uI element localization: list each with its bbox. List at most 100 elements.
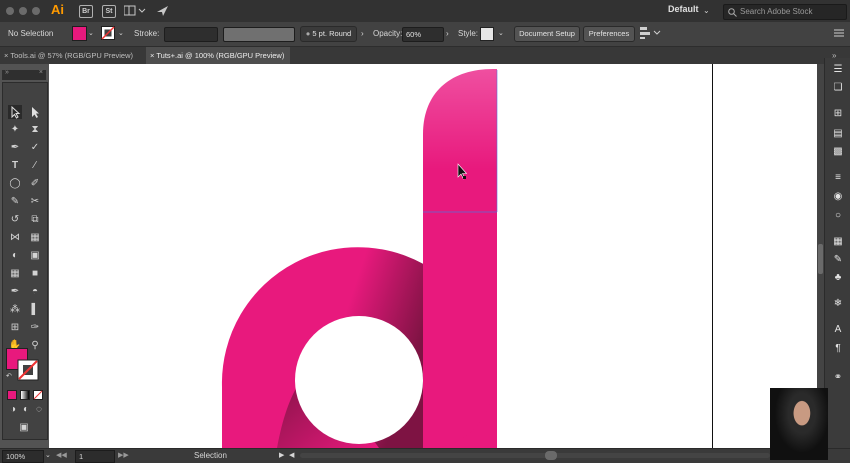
arrange-icon[interactable] [640, 27, 662, 41]
stroke-color-swatch[interactable] [17, 359, 39, 383]
status-bar: 100% ⌄ ◀◀ 1 ▶▶ Selection ▶ ◀ [0, 448, 850, 463]
scrollbar-thumb[interactable] [818, 244, 823, 274]
tab-tuts-ai[interactable]: × Tuts+.ai @ 100% (RGB/GPU Preview) [146, 47, 290, 64]
line-segment-tool-icon[interactable]: ∕ [28, 159, 42, 173]
panel-menu-icon[interactable] [834, 28, 844, 40]
rotate-tool-icon[interactable]: ↺ [8, 213, 22, 227]
scrollbar-thumb[interactable] [545, 451, 557, 460]
perspective-grid-tool-icon[interactable]: ▣ [28, 249, 42, 263]
pencil-tool-icon[interactable]: ✎ [8, 195, 22, 209]
opacity-input[interactable]: 60% [402, 27, 444, 42]
paintbrush-tool-icon[interactable]: ✐ [28, 177, 42, 191]
zoom-chevron-icon[interactable]: ⌄ [45, 451, 51, 459]
properties-icon[interactable]: ≡ [832, 172, 844, 184]
free-transform-tool-icon[interactable]: ▦ [28, 231, 42, 245]
tab-tools-ai[interactable]: × Tools.ai @ 57% (RGB/GPU Preview) [0, 47, 144, 64]
artboard-tool-icon[interactable]: ⊞ [8, 321, 22, 335]
zoom-level-field[interactable]: 100% [2, 450, 44, 463]
letter-top-cap [423, 69, 497, 212]
draw-inside-icon[interactable]: ◌ [32, 403, 46, 417]
document-setup-button[interactable]: Document Setup [514, 26, 580, 42]
appearance-icon[interactable]: ◉ [832, 191, 844, 203]
draw-behind-icon[interactable]: ◐ [19, 403, 33, 417]
zoom-tool-icon[interactable]: ⚲ [28, 339, 42, 353]
pen-tool-icon[interactable]: ✒ [8, 141, 22, 155]
gpu-performance-icon[interactable] [156, 4, 170, 20]
letter-counter [295, 316, 423, 444]
tools-panel: ✦ ⧗ ✒ ✓ T ∕ ◯ ✐ ✎ ✂ ↺ ⧉ ⋈ ▦ ◐ ▣ ▦ ■ ✒ ◓ … [2, 82, 48, 440]
scroll-left-arrow-icon[interactable]: ◀ [289, 451, 294, 459]
graphic-style-swatch[interactable] [480, 27, 494, 41]
minimize-window-button[interactable] [19, 7, 27, 15]
scissors-tool-icon[interactable]: ✂ [28, 195, 42, 209]
stock-search-input[interactable]: Search Adobe Stock [723, 4, 847, 20]
first-artboard-icon[interactable]: ◀◀ [56, 451, 67, 459]
tab-close-icon[interactable]: × [4, 51, 8, 60]
fill-swatch[interactable] [72, 26, 87, 41]
eyedropper-tool-icon[interactable]: ✒ [8, 285, 22, 299]
arrange-documents-icon[interactable] [123, 5, 146, 19]
chevron-right-icon[interactable]: › [446, 29, 449, 38]
chevron-right-icon[interactable]: › [361, 29, 364, 38]
mesh-tool-icon[interactable]: ▦ [8, 267, 22, 281]
column-graph-tool-icon[interactable]: ▌ [28, 303, 42, 317]
bridge-button[interactable]: Br [79, 5, 93, 18]
curvature-tool-icon[interactable]: ✓ [28, 141, 42, 155]
tab-close-icon[interactable]: × [150, 51, 154, 60]
layers-icon[interactable]: ☰ [832, 64, 844, 76]
width-tool-icon[interactable]: ⋈ [8, 231, 22, 245]
transform-icon[interactable]: ⊞ [832, 108, 844, 120]
magic-wand-tool-icon[interactable]: ✦ [8, 123, 22, 137]
style-dropdown-chevron-icon[interactable]: ⌄ [498, 29, 504, 37]
ellipse-tool-icon[interactable]: ◯ [8, 177, 22, 191]
selection-status: No Selection [8, 29, 54, 38]
paragraph-icon[interactable]: ¶ [832, 343, 844, 355]
scale-tool-icon[interactable]: ⧉ [28, 213, 42, 227]
lasso-tool-icon[interactable]: ⧗ [28, 123, 42, 137]
artboard-canvas[interactable] [49, 64, 817, 448]
draw-mode-icon[interactable]: ◑ [6, 403, 20, 417]
symbol-sprayer-tool-icon[interactable]: ⁂ [8, 303, 22, 317]
artboard-number-field[interactable]: 1 [75, 450, 115, 463]
screen-mode-icon[interactable]: ▣ [17, 421, 31, 435]
none-mode-icon[interactable] [33, 390, 43, 402]
workspace-switcher[interactable]: Default [668, 4, 699, 14]
color-mode-icon[interactable] [7, 390, 17, 400]
stock-button[interactable]: St [102, 5, 116, 18]
stroke-weight-field[interactable] [164, 27, 218, 42]
tools-panel-header[interactable]: » × [2, 69, 46, 80]
direct-selection-tool-icon[interactable] [28, 105, 42, 119]
artboards-icon[interactable]: ❏ [832, 82, 844, 94]
gradient-tool-icon[interactable]: ■ [28, 267, 42, 281]
selection-tool-icon[interactable] [8, 105, 22, 119]
horizontal-scrollbar[interactable] [300, 451, 770, 460]
preferences-button[interactable]: Preferences [583, 26, 635, 42]
color-guide-icon[interactable]: ❄ [832, 298, 844, 310]
pathfinder-icon[interactable]: ▩ [832, 146, 844, 158]
variable-width-profile[interactable] [223, 27, 295, 42]
brushes-icon[interactable]: ✎ [832, 254, 844, 266]
stroke-none-swatch[interactable] [101, 26, 115, 42]
links-icon[interactable]: ⚭ [832, 372, 844, 384]
status-menu-arrow-icon[interactable]: ▶ [279, 451, 284, 459]
character-icon[interactable]: A [832, 324, 844, 336]
symbols-icon[interactable]: ♣ [832, 272, 844, 284]
lowercase-d-artwork[interactable] [49, 64, 817, 448]
blend-tool-icon[interactable]: ◓ [28, 285, 42, 299]
align-icon[interactable]: ▤ [832, 128, 844, 140]
brush-definition-field[interactable]: ● 5 pt. Round [300, 26, 357, 42]
chevron-down-icon[interactable]: ⌄ [703, 6, 710, 15]
stroke-dropdown-chevron-icon[interactable]: ⌄ [118, 29, 124, 37]
close-window-button[interactable] [6, 7, 14, 15]
gradient-mode-icon[interactable] [20, 390, 30, 400]
zoom-window-button[interactable] [32, 7, 40, 15]
slice-tool-icon[interactable]: ✑ [28, 321, 42, 335]
shape-builder-tool-icon[interactable]: ◐ [8, 249, 22, 263]
search-placeholder: Search Adobe Stock [740, 7, 813, 16]
fill-dropdown-chevron-icon[interactable]: ⌄ [88, 29, 94, 37]
next-artboard-icon[interactable]: ▶▶ [118, 451, 129, 459]
swap-colors-icon[interactable]: ↶ [6, 372, 12, 380]
graphic-styles-icon[interactable]: ○ [832, 210, 844, 222]
swatches-icon[interactable]: ▦ [832, 236, 844, 248]
type-tool-icon[interactable]: T [8, 159, 22, 173]
